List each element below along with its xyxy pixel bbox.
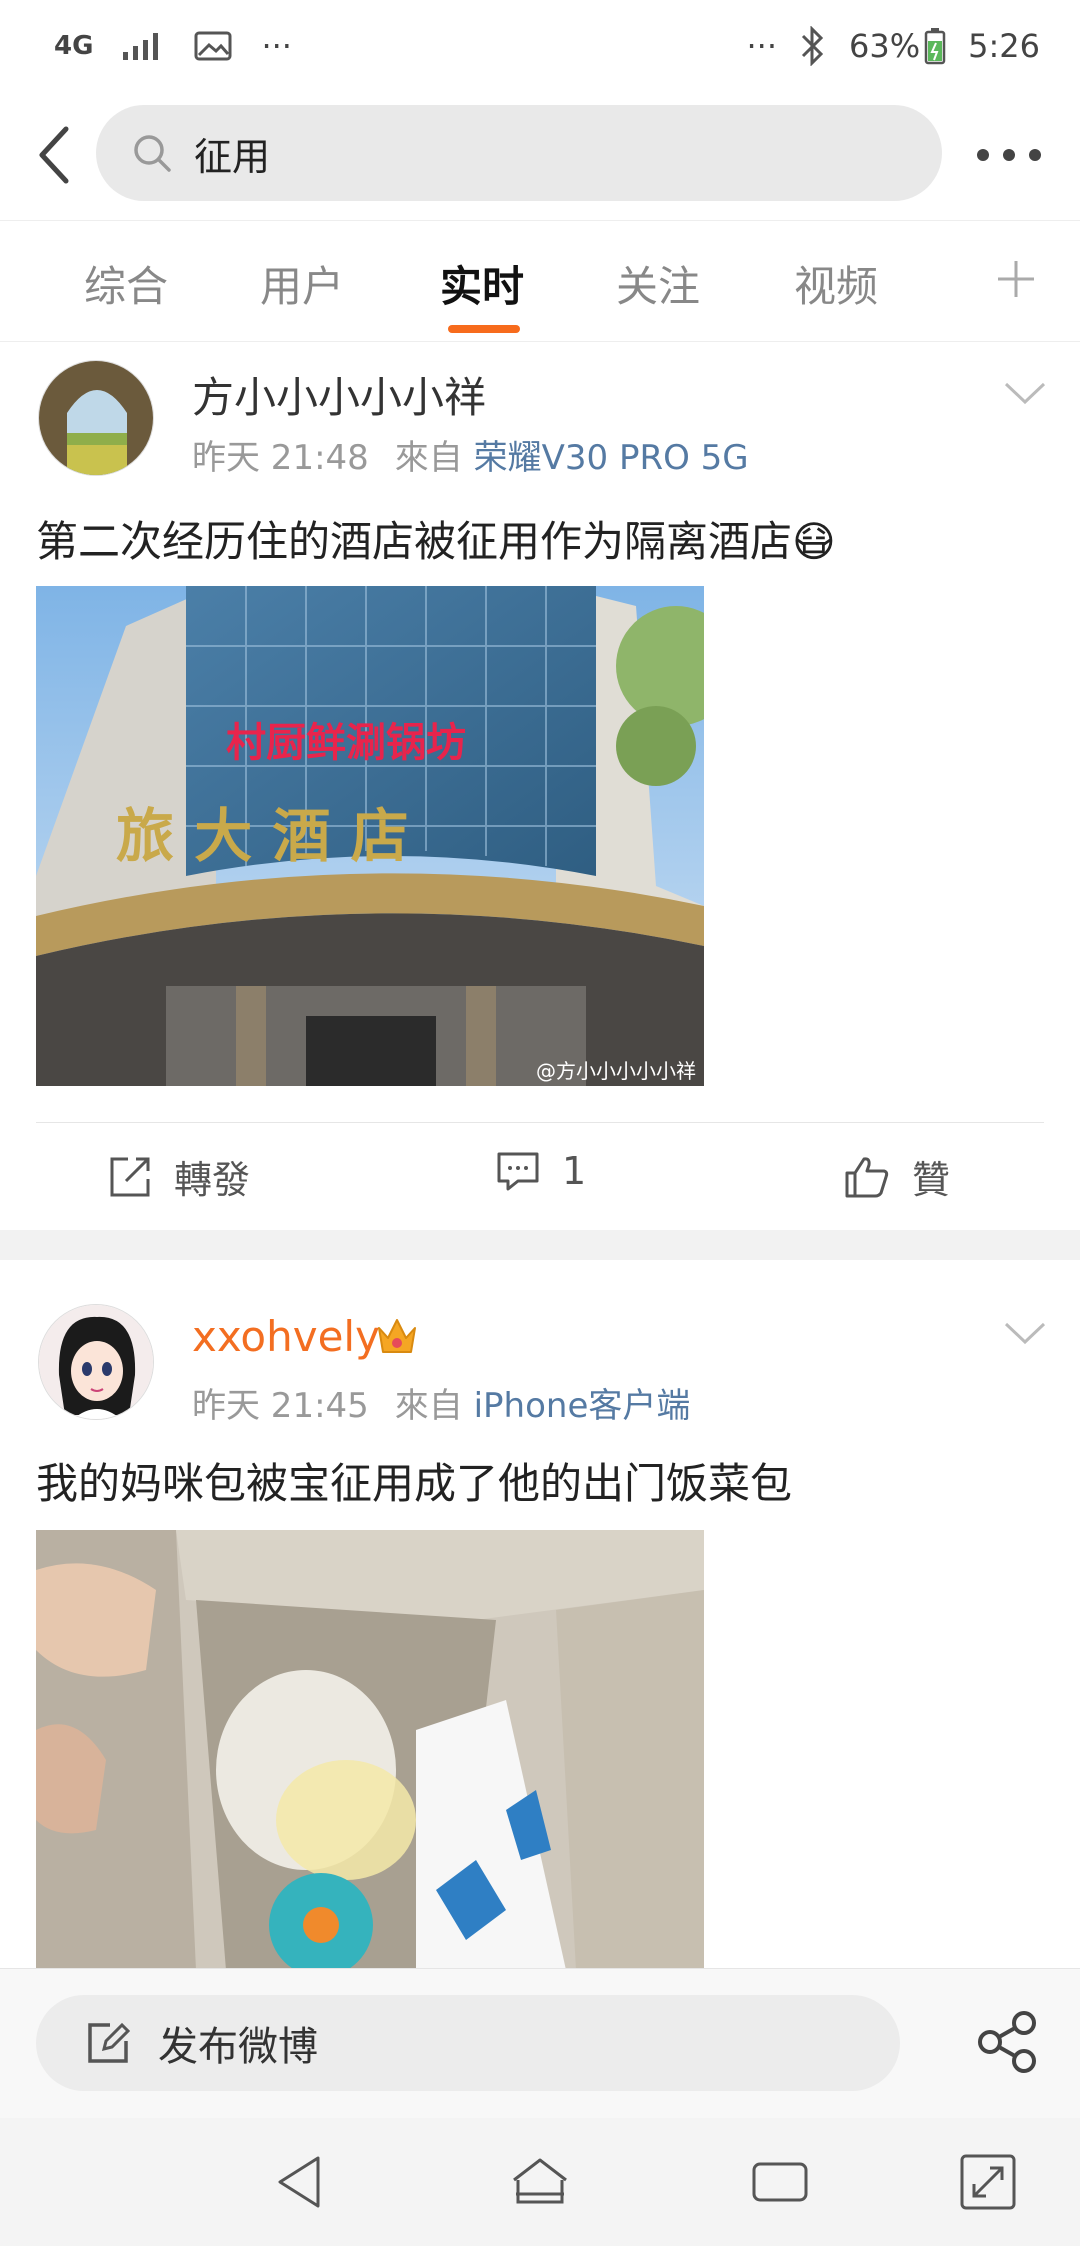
comment-count: 1 [562, 1149, 587, 1193]
post-image[interactable]: 村厨鲜涮锅坊 旅 大 酒 店 @方小小小小小祥 [36, 586, 704, 1086]
active-tab-indicator [448, 325, 520, 333]
search-input[interactable]: 征用 [96, 105, 942, 201]
from-label: 來自 [394, 438, 463, 478]
username[interactable]: xxohvely [192, 1312, 380, 1361]
add-tab-button[interactable] [986, 249, 1046, 309]
post-source[interactable]: iPhone客户端 [474, 1386, 691, 1426]
chevron-down-icon[interactable] [1000, 372, 1050, 412]
plus-icon [998, 261, 1034, 297]
more-dots-icon [977, 149, 1041, 161]
tab-users[interactable]: 用户 [260, 253, 344, 313]
post-meta: 昨天 21:48 來自 荣耀V30 PRO 5G [192, 430, 749, 479]
repost-button[interactable]: 轉發 [108, 1149, 250, 1204]
comment-button[interactable]: 1 [496, 1149, 586, 1193]
network-indicator: 4G [54, 31, 94, 61]
post-card: xxohvely 昨天 21:45 來自 iPhone客户端 我的妈咪包被宝征用成… [0, 1260, 1080, 1968]
back-button[interactable] [18, 119, 90, 191]
post-time: 昨天 21:45 [192, 1386, 369, 1426]
like-button[interactable]: 贊 [844, 1149, 950, 1204]
search-header: 征用 [0, 92, 1080, 218]
image-notification-icon [194, 31, 232, 61]
compose-bar: 发布微博 [0, 1968, 1080, 2118]
post-text: 第二次经历住的酒店被征用作为隔离酒店😷 [36, 517, 836, 566]
repost-label: 轉發 [174, 1158, 251, 1202]
signal-icon [123, 33, 159, 60]
avatar[interactable] [38, 1304, 154, 1420]
comment-icon [497, 1152, 539, 1191]
post-card: 方小小小小小祥 昨天 21:48 來自 荣耀V30 PRO 5G 第二次经历住的酒… [0, 342, 1080, 1230]
image-sign-text: 村厨鲜涮锅坊 [226, 720, 466, 766]
clock: 5:26 [968, 27, 1040, 65]
tab-bar: 综合 用户 实时 关注 视频 [0, 220, 1080, 342]
like-label: 贊 [912, 1158, 951, 1202]
tab-video[interactable]: 视频 [794, 253, 878, 313]
system-nav-bar [0, 2118, 1080, 2246]
notification-overflow: ··· [261, 27, 292, 65]
edit-icon [88, 2022, 130, 2063]
share-icon[interactable] [974, 2009, 1040, 2075]
tab-following[interactable]: 关注 [616, 253, 700, 313]
post-actions: 轉發 1 贊 [36, 1122, 1044, 1228]
nav-recents-icon[interactable] [748, 2150, 812, 2214]
post-text: 我的妈咪包被宝征用成了他的出门饭菜包 [36, 1459, 793, 1508]
post-divider [0, 1230, 1080, 1260]
chevron-down-icon[interactable] [1000, 1312, 1050, 1352]
post-meta: 昨天 21:45 來自 iPhone客户端 [192, 1378, 690, 1427]
from-label: 來自 [394, 1386, 463, 1426]
avatar[interactable] [38, 360, 154, 476]
post-time: 昨天 21:48 [192, 438, 369, 478]
search-icon [134, 135, 171, 172]
thumbs-up-icon [845, 1156, 889, 1197]
status-overflow: ··· [746, 27, 778, 65]
compose-label: 发布微博 [158, 2024, 318, 2070]
search-query-text: 征用 [194, 134, 271, 179]
username[interactable]: 方小小小小小祥 [192, 364, 486, 425]
vip-crown-icon [378, 1319, 416, 1353]
status-bar: 4G ··· ··· 63% 5:26 [0, 0, 1080, 92]
nav-expand-icon[interactable] [956, 2150, 1020, 2214]
tab-realtime[interactable]: 实时 [440, 253, 524, 313]
battery-percent: 63% [849, 27, 921, 65]
compose-post-button[interactable]: 发布微博 [36, 1995, 900, 2091]
post-source[interactable]: 荣耀V30 PRO 5G [474, 438, 749, 478]
more-options-button[interactable] [972, 120, 1046, 190]
image-hotel-text: 旅 大 酒 店 [116, 802, 409, 870]
battery-icon [924, 28, 946, 65]
nav-back-icon[interactable] [268, 2150, 332, 2214]
tab-comprehensive[interactable]: 综合 [84, 253, 168, 313]
image-watermark: @方小小小小小祥 [536, 1059, 696, 1083]
post-image[interactable] [36, 1530, 704, 1968]
repost-icon [110, 1157, 150, 1196]
bluetooth-icon [801, 26, 824, 66]
nav-home-icon[interactable] [508, 2150, 572, 2214]
back-arrow-icon [39, 126, 69, 184]
